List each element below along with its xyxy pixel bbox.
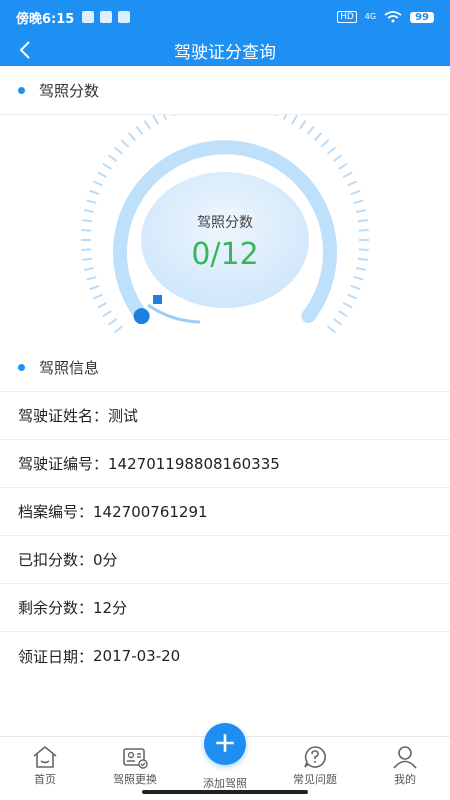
gauge-label: 驾照分数 (197, 215, 253, 231)
tab-label: 添加驾照 (203, 777, 247, 790)
gauge-marker (153, 295, 162, 304)
gauge-tick (102, 310, 112, 318)
network-indicator: 4G (364, 12, 377, 21)
gauge-tick (338, 162, 348, 170)
nav-bar: 驾驶证分查询 (0, 34, 450, 66)
notification-icon (82, 11, 95, 23)
gauge-tick (120, 139, 130, 148)
gauge-value: 0/12 (191, 237, 259, 272)
status-bar: 傍晚6:15 HD 4G 99 (0, 0, 450, 34)
user-icon (393, 746, 417, 769)
tab-mine[interactable]: 我的 (360, 737, 450, 800)
tab-label: 驾照更换 (113, 773, 157, 786)
info-section-title: 驾照信息 (39, 359, 100, 377)
gauge-tick (89, 284, 100, 291)
info-row-file-number: 档案编号： 142700761291 (0, 488, 450, 536)
info-row-license-number: 驾驶证编号： 142701198808160335 (0, 440, 450, 488)
wifi-icon (384, 11, 402, 23)
info-value: 0分 (93, 551, 118, 569)
tab-home[interactable]: 首页 (0, 737, 90, 800)
license-change-icon (123, 748, 148, 769)
hd-icon: HD (337, 11, 357, 23)
info-value: 142701198808160335 (108, 454, 280, 473)
gauge-tick (332, 317, 343, 326)
gauge-tick (350, 284, 361, 291)
gauge-tick (282, 110, 290, 120)
app-notification-icon (118, 11, 131, 23)
gauge-tick (313, 132, 323, 142)
gauge-tick (350, 189, 361, 196)
add-license-button[interactable] (204, 723, 246, 765)
gauge-start-dot (133, 308, 150, 325)
back-arrow-icon[interactable] (14, 38, 38, 62)
gauge-tick (93, 293, 103, 300)
gauge-tick (143, 120, 151, 130)
gauge-tick (107, 154, 118, 163)
page-title: 驾驶证分查询 (174, 42, 276, 63)
gauge-tick (347, 293, 357, 300)
info-label: 剩余分数： (18, 599, 94, 617)
score-gauge: 驾照分数 0/12 (0, 96, 450, 345)
home-icon (33, 745, 57, 768)
add-icon (216, 734, 234, 752)
info-row-deducted-points: 已扣分数： 0分 (0, 536, 450, 584)
gauge-tick (152, 114, 159, 125)
status-time: 傍晚6:15 (16, 11, 75, 27)
gauge-tick (274, 106, 280, 117)
info-label: 驾驶证编号： (18, 455, 109, 473)
info-value: 142700761291 (93, 502, 208, 521)
gauge-tick (102, 162, 112, 170)
info-section-header: 驾照信息 (0, 344, 450, 392)
gauge-tick (135, 125, 144, 136)
question-icon (304, 746, 326, 768)
info-value: 12分 (93, 599, 128, 617)
tab-label: 首页 (34, 773, 56, 786)
bullet-dot-icon (18, 87, 25, 94)
gauge-tick (89, 189, 100, 196)
gauge-inner-arc (147, 303, 201, 324)
gauge-tick (291, 114, 298, 125)
home-indicator (142, 790, 308, 794)
tab-label: 常见问题 (293, 773, 337, 786)
bullet-dot-icon (18, 364, 25, 371)
gauge-tick (299, 120, 307, 130)
info-label: 驾驶证姓名： (18, 407, 109, 425)
info-row-name: 驾驶证姓名： 测试 (0, 392, 450, 440)
gauge-tick (114, 146, 123, 155)
gauge-tick (97, 302, 108, 309)
gauge-tick (170, 106, 176, 117)
gauge-tick (127, 132, 137, 142)
battery-icon: 99 (410, 11, 434, 23)
gauge-tick (353, 199, 364, 205)
gauge-tick (327, 146, 336, 155)
gauge-tick (93, 180, 103, 187)
info-value: 测试 (108, 407, 139, 425)
gauge-tick (114, 325, 123, 334)
score-section-header: 驾照分数 (0, 67, 450, 115)
gauge-tick (86, 275, 97, 281)
gauge-tick (107, 317, 118, 326)
gauge-tick (327, 325, 336, 334)
gauge-tick (342, 171, 353, 178)
gauge-tick (160, 110, 168, 120)
info-label: 档案编号： (18, 503, 94, 521)
score-section-title: 驾照分数 (39, 82, 100, 100)
info-row-remaining-points: 剩余分数： 12分 (0, 584, 450, 632)
gauge-tick (353, 275, 364, 281)
info-value: 2017-03-20 (93, 647, 181, 665)
gauge-tick (306, 125, 315, 136)
gauge-tick (97, 171, 108, 178)
tab-label: 我的 (394, 773, 416, 786)
info-label: 已扣分数： (18, 551, 94, 569)
gauge-tick (347, 180, 357, 187)
notification-icons (82, 11, 131, 23)
gauge-tick (86, 199, 97, 205)
info-label: 领证日期： (18, 647, 94, 666)
download-icon (100, 11, 113, 23)
gauge-tick (342, 302, 353, 309)
info-row-issue-date: 领证日期： 2017-03-20 (0, 632, 450, 680)
gauge-tick (332, 154, 343, 163)
gauge-tick (320, 139, 330, 148)
gauge-tick (338, 310, 348, 318)
